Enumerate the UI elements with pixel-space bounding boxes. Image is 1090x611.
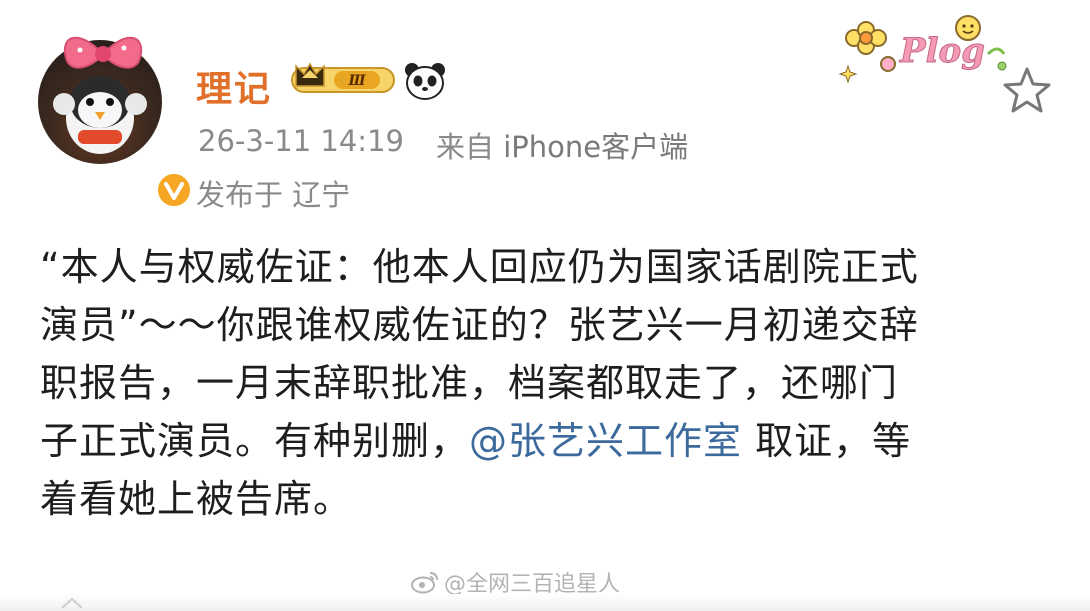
weibo-post-card: 理记 Ⅲ 26-3-11 14:19 来自 iPhone客户端 发布于 辽宁 P… — [0, 0, 1090, 611]
favorite-star-icon[interactable] — [1002, 66, 1052, 114]
avatar[interactable] — [38, 36, 194, 210]
verified-icon — [154, 170, 194, 210]
post-line-text: 取证，等 — [742, 419, 912, 463]
panda-icon — [405, 63, 445, 100]
mention-link[interactable]: @张艺兴工作室 — [469, 419, 742, 463]
post-line: 着看她上被告席。 — [40, 477, 353, 521]
bow-icon — [63, 36, 143, 69]
post-content: “本人与权威佐证：他本人回应仍为国家话剧院正式 演员”～～你跟谁权威佐证的？张艺… — [40, 238, 1060, 528]
vip-level: Ⅲ — [347, 73, 366, 89]
post-line: “本人与权威佐证：他本人回应仍为国家话剧院正式 — [40, 245, 919, 289]
post-line-text: 子正式演员。有种别删， — [40, 419, 470, 463]
post-time: 26-3-11 14:19 — [198, 124, 404, 158]
post-line: 演员”～～你跟谁权威佐证的？张艺兴一月初递交辞 — [40, 303, 919, 347]
card-bottom-edge — [0, 594, 1090, 611]
username[interactable]: 理记 — [196, 60, 272, 112]
post-line-with-mention: 子正式演员。有种别删，@张艺兴工作室 取证，等 — [40, 412, 1060, 470]
source-app: iPhone客户端 — [503, 130, 689, 164]
source-prefix: 来自 — [436, 130, 495, 164]
weibo-logo-icon — [411, 572, 438, 594]
plog-sticker-icon: Plog — [838, 15, 1007, 84]
post-location: 发布于 辽宁 — [196, 178, 351, 212]
post-source: 来自 iPhone客户端 — [436, 124, 688, 166]
vip-badge-icon: Ⅲ — [291, 62, 395, 93]
fold-chevron-icon — [61, 597, 83, 609]
post-line: 职报告，一月末辞职批准，档案都取走了，还哪门 — [40, 361, 899, 405]
